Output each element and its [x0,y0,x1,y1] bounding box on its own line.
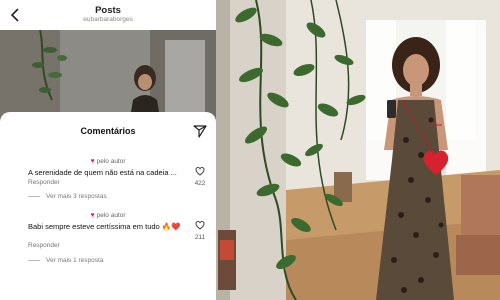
comment-item: ♥ pelo autor Babi sempre esteve certíssim… [0,212,216,282]
reply-button[interactable]: Responder [28,179,60,186]
page-title: Posts [95,5,121,16]
post-username[interactable]: eubarbaraborges [0,16,216,23]
comments-title: Comentários [80,126,136,136]
liked-by-author-tag: ♥ pelo autor [90,158,126,165]
liked-by-author-tag: ♥ pelo autor [90,212,126,219]
heart-icon: ♥ [90,158,95,165]
comment-text: A serenidade de quem não está na cadeia … [28,168,177,177]
instagram-comments-screenshot: Posts eubarbaraborges Comentários ♥ pelo… [0,0,216,300]
reply-button[interactable]: Responder [28,242,60,249]
send-icon[interactable] [193,124,207,138]
post-header: Posts eubarbaraborges [0,0,216,30]
like-count: 422 [194,180,206,187]
heart-icon: ♥ [90,212,95,219]
heart-outline-icon[interactable] [195,166,205,176]
like-count: 211 [194,234,206,241]
mirror-selfie-photo [216,0,500,300]
comment-text: Babi sempre esteve certíssima em tudo 🔥❤… [28,222,181,231]
view-more-replies-link[interactable]: Ver mais 3 respostas [28,193,107,200]
comments-sheet: Comentários ♥ pelo autor A serenidade de … [0,112,216,300]
heart-outline-icon[interactable] [195,220,205,230]
view-more-replies-link[interactable]: Ver mais 1 resposta [28,257,103,264]
